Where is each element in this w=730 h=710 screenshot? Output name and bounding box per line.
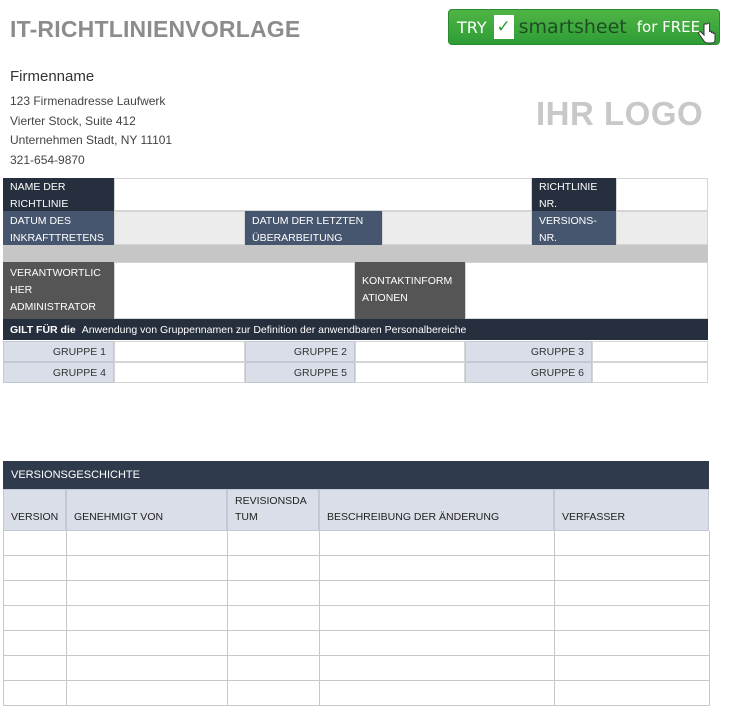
table-row[interactable]: [3, 681, 709, 706]
column-header-text: TUM: [235, 511, 258, 523]
label-line: VERSIONS-: [539, 215, 597, 227]
banner-try-text: TRY: [457, 17, 487, 37]
column-header-revision-date: REVISIONSDA TUM: [227, 489, 319, 531]
contact-info-label: KONTAKTINFORM ATIONEN: [355, 262, 465, 319]
column-divider: [709, 531, 710, 706]
table-row[interactable]: [3, 556, 709, 581]
column-header-text: VERFASSER: [562, 511, 626, 523]
effective-date-label: DATUM DES INKRAFTTRETENS: [3, 211, 114, 245]
address-line: Unternehmen Stadt, NY 11101: [10, 133, 173, 147]
column-divider: [227, 531, 228, 706]
divider-bar: [3, 245, 708, 262]
logo-placeholder: IHR LOGO: [536, 95, 704, 132]
column-header-change-description: BESCHREIBUNG DER ÄNDERUNG: [319, 489, 554, 531]
admin-label: VERANTWORTLIC HER ADMINISTRATOR: [3, 262, 114, 319]
group-1-label: GRUPPE 1: [3, 341, 114, 362]
policy-name-field[interactable]: [114, 178, 532, 211]
table-row[interactable]: [3, 531, 709, 556]
label-line: RICHTLINIE: [539, 181, 598, 193]
column-header-version: VERSION: [3, 489, 66, 531]
label-line: HER: [10, 284, 33, 296]
checkmark-icon: ✓: [493, 15, 514, 39]
phone-number: 321-654-9870: [10, 153, 85, 167]
version-number-label: VERSIONS- NR.: [532, 211, 616, 245]
last-revision-field[interactable]: [382, 211, 532, 245]
group-2-field[interactable]: [355, 341, 465, 362]
group-5-field[interactable]: [355, 362, 465, 383]
label-line: DATUM DER LETZTEN: [252, 215, 364, 227]
column-header-text: VERSION: [11, 511, 59, 523]
banner-brand-text: smartsheet: [518, 16, 627, 38]
page-title: IT-RICHTLINIENVORLAGE: [10, 16, 301, 42]
column-header-author: VERFASSER: [554, 489, 709, 531]
group-4-label: GRUPPE 4: [3, 362, 114, 383]
column-header-text: REVISIONSDA: [235, 495, 307, 507]
address-line: Vierter Stock, Suite 412: [10, 114, 136, 128]
pointer-hand-icon: [698, 22, 716, 44]
label-line: NAME DER: [10, 181, 66, 193]
column-header-text: GENEHMIGT VON: [74, 511, 164, 523]
group-5-label: GRUPPE 5: [245, 362, 355, 383]
banner-free-text: for FREE: [636, 18, 701, 36]
contact-info-field[interactable]: [465, 262, 708, 319]
label-line: ATIONEN: [362, 292, 408, 304]
table-row[interactable]: [3, 631, 709, 656]
table-row[interactable]: [3, 581, 709, 606]
column-header-text: BESCHREIBUNG DER ÄNDERUNG: [327, 511, 500, 523]
smartsheet-trial-banner[interactable]: TRY ✓ smartsheet for FREE: [448, 9, 720, 45]
admin-field[interactable]: [114, 262, 355, 319]
policy-number-field[interactable]: [616, 178, 708, 211]
table-row[interactable]: [3, 656, 709, 681]
version-history-title: VERSIONSGESCHICHTE: [3, 461, 709, 489]
label-line: KONTAKTINFORM: [362, 275, 453, 287]
column-divider: [3, 531, 4, 706]
effective-date-field[interactable]: [114, 211, 245, 245]
company-name: Firmenname: [10, 68, 95, 85]
applies-to-text: Anwendung von Gruppennamen zur Definitio…: [81, 323, 467, 336]
table-row[interactable]: [3, 606, 709, 631]
last-revision-label: DATUM DER LETZTEN ÜBERARBEITUNG: [245, 211, 382, 245]
column-divider: [554, 531, 555, 706]
policy-name-label: NAME DER RICHTLINIE: [3, 178, 114, 211]
group-6-field[interactable]: [592, 362, 708, 383]
address-line: 123 Firmenadresse Laufwerk: [10, 94, 166, 108]
group-6-label: GRUPPE 6: [465, 362, 592, 383]
applies-to-bar: GILT FÜR die Anwendung von Gruppennamen …: [3, 319, 708, 340]
column-divider: [66, 531, 67, 706]
label-line: DATUM DES: [10, 215, 72, 227]
policy-number-label: RICHTLINIE NR.: [532, 178, 616, 211]
column-divider: [319, 531, 320, 706]
label-line: VERANTWORTLIC: [10, 267, 101, 279]
group-3-label: GRUPPE 3: [465, 341, 592, 362]
column-header-approved-by: GENEHMIGT VON: [66, 489, 227, 531]
applies-to-label: GILT FÜR die: [10, 323, 76, 336]
label-line: ADMINISTRATOR: [10, 301, 96, 313]
group-1-field[interactable]: [114, 341, 245, 362]
group-3-field[interactable]: [592, 341, 708, 362]
group-4-field[interactable]: [114, 362, 245, 383]
version-number-field[interactable]: [616, 211, 708, 245]
group-2-label: GRUPPE 2: [245, 341, 355, 362]
